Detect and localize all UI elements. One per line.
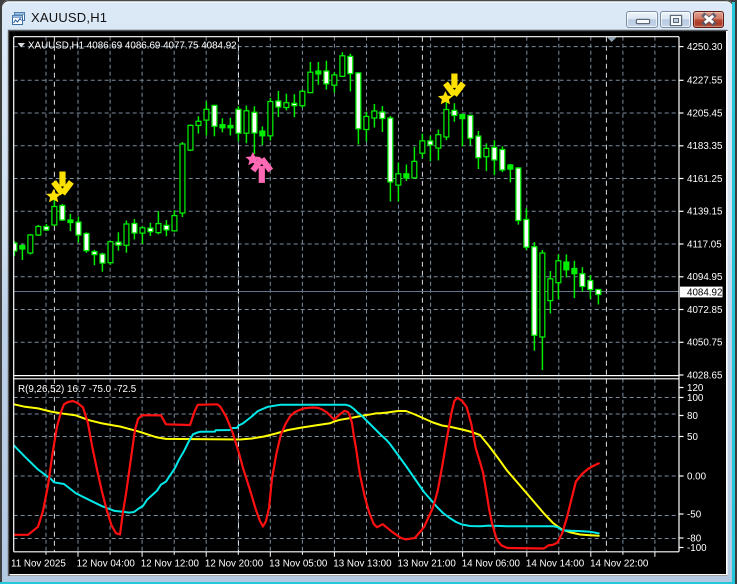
svg-text:80: 80 [687, 411, 698, 422]
svg-text:-50: -50 [687, 509, 702, 520]
svg-text:14 Nov 14:00: 14 Nov 14:00 [526, 559, 585, 570]
svg-text:XAUUSD,H1 4086.69 4086.69 407: XAUUSD,H1 4086.69 4086.69 4077.75 4084.9… [28, 40, 237, 51]
svg-text:-100: -100 [687, 543, 707, 554]
svg-text:11 Nov 2025: 11 Nov 2025 [11, 559, 66, 570]
svg-text:100: 100 [687, 393, 704, 404]
svg-text:13 Nov 13:00: 13 Nov 13:00 [333, 559, 392, 570]
svg-text:0.00: 0.00 [687, 471, 707, 482]
svg-text:4094.95: 4094.95 [687, 272, 723, 283]
svg-text:4084.92: 4084.92 [687, 287, 722, 298]
svg-text:12 Nov 04:00: 12 Nov 04:00 [77, 559, 136, 570]
svg-text:4139.15: 4139.15 [687, 207, 723, 218]
svg-text:14 Nov 22:00: 14 Nov 22:00 [590, 559, 649, 570]
svg-text:12 Nov 20:00: 12 Nov 20:00 [205, 559, 264, 570]
svg-text:4072.85: 4072.85 [687, 305, 723, 316]
svg-text:13 Nov 21:00: 13 Nov 21:00 [398, 559, 457, 570]
svg-text:50: 50 [687, 432, 698, 443]
svg-text:4050.75: 4050.75 [687, 338, 723, 349]
svg-text:4227.55: 4227.55 [687, 76, 723, 87]
svg-text:4028.65: 4028.65 [687, 370, 723, 381]
svg-text:4161.25: 4161.25 [687, 174, 723, 185]
svg-text:4117.05: 4117.05 [687, 239, 722, 250]
svg-text:4183.35: 4183.35 [687, 141, 723, 152]
svg-text:12 Nov 12:00: 12 Nov 12:00 [141, 559, 200, 570]
svg-text:4205.45: 4205.45 [687, 108, 723, 119]
svg-text:4250.30: 4250.30 [687, 42, 723, 53]
svg-text:R(9,26,52) 16.7 -75.0 -72.5: R(9,26,52) 16.7 -75.0 -72.5 [18, 384, 137, 395]
svg-text:14 Nov 06:00: 14 Nov 06:00 [462, 559, 521, 570]
svg-text:13 Nov 05:00: 13 Nov 05:00 [269, 559, 328, 570]
